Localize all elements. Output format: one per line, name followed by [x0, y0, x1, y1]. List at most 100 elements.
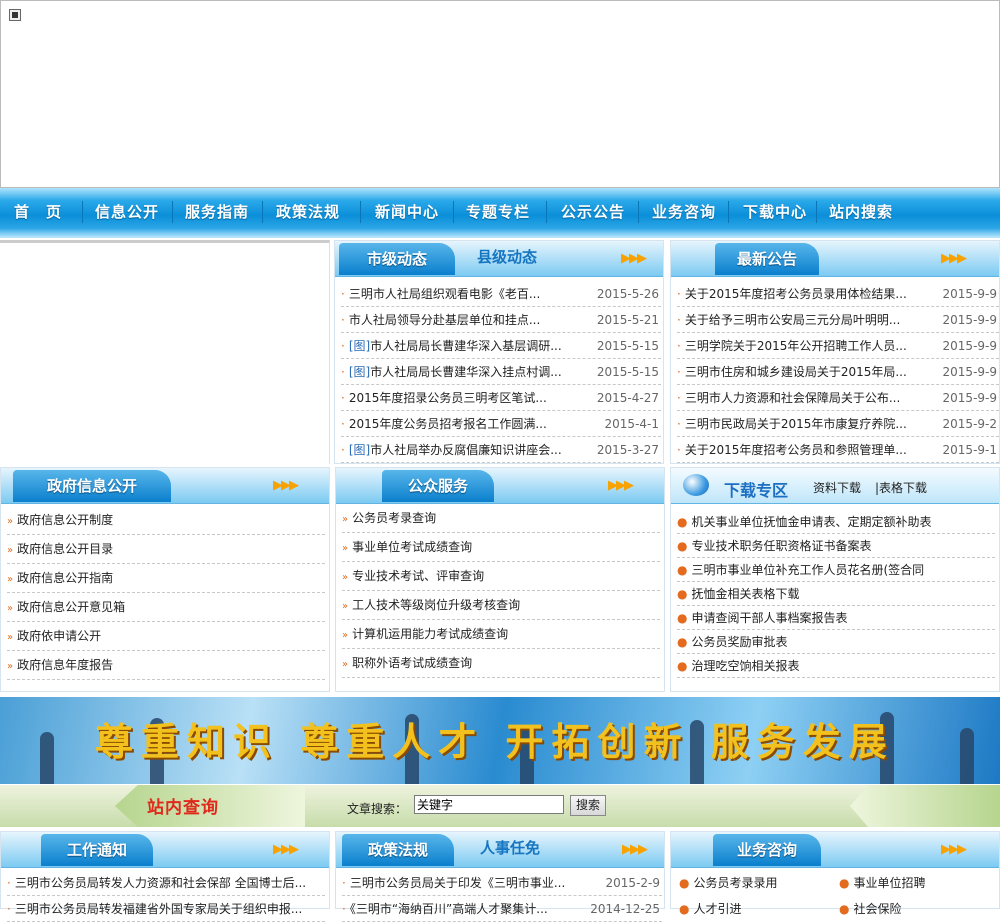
top-banner	[0, 0, 1000, 188]
nav-separator	[728, 201, 729, 223]
nav-separator	[453, 201, 454, 223]
download-item[interactable]: ● 专业技术职务任职资格证书备案表	[677, 534, 995, 558]
news-row[interactable]: · 市人社局领导分赴基层单位和挂点... 2015-5-21	[341, 307, 661, 333]
policy-row[interactable]: · 三明市公务员局关于印发《三明市事业... 2015-2-9	[342, 870, 662, 896]
panel-header: 业务咨询 ▶▶▶	[671, 832, 999, 868]
download-item[interactable]: ● 公务员奖励审批表	[677, 630, 995, 654]
tab-county-news[interactable]: 县级动态	[477, 241, 537, 275]
notice-row[interactable]: · 关于2015年度招考公务员录用体检结果... 2015-9-9	[677, 281, 999, 307]
nav-separator	[816, 201, 817, 223]
policy-row[interactable]: · 《三明市“海纳百川”高端人才聚集计... 2014-12-25	[342, 896, 662, 922]
list-item[interactable]: » 计算机运用能力考试成绩查询	[342, 620, 660, 649]
news-row[interactable]: · [图]市人社局局长曹建华深入挂点村调... 2015-5-15	[341, 359, 661, 385]
panel-header: 政府信息公开 ▶▶▶	[1, 468, 329, 504]
download-item[interactable]: ● 申请查阅干部人事档案报告表	[677, 606, 995, 630]
nav-download[interactable]: 下载中心	[743, 188, 807, 238]
more-arrows-icon[interactable]: ▶▶▶	[622, 842, 648, 857]
consult-item[interactable]: ● 人才引进	[679, 896, 829, 922]
motto-text: 尊重知识 尊重人才 开拓创新 服务发展	[95, 719, 895, 764]
download-item[interactable]: ● 治理吃空饷相关报表	[677, 654, 995, 678]
list-item[interactable]: » 政府信息公开目录	[7, 535, 325, 564]
nav-separator	[360, 201, 361, 223]
tab-policy[interactable]: 政策法规	[342, 834, 454, 866]
list-item[interactable]: » 专业技术考试、评审查询	[342, 562, 660, 591]
consult-item[interactable]: ● 公务员考录录用	[679, 870, 829, 896]
consult-item[interactable]: ● 事业单位招聘	[839, 870, 989, 896]
more-arrows-icon[interactable]: ▶▶▶	[941, 251, 967, 266]
more-arrows-icon[interactable]: ▶▶▶	[941, 842, 967, 857]
download-zone-title: 下载专区	[724, 481, 789, 500]
list-item[interactable]: » 政府依申请公开	[7, 622, 325, 651]
gov-info-panel: 政府信息公开 ▶▶▶ » 政府信息公开制度 » 政府信息公开目录 » 政府信息公开指南…	[0, 467, 330, 692]
nav-home[interactable]: 首 页	[14, 188, 62, 238]
nav-info-open[interactable]: 信息公开	[95, 188, 159, 238]
list-item[interactable]: » 事业单位考试成绩查询	[342, 533, 660, 562]
link-form-download[interactable]: |表格下载	[875, 479, 927, 496]
news-row[interactable]: · 三明市人社局组织观看电影《老百... 2015-5-26	[341, 281, 661, 307]
news-row[interactable]: · 2015年度公务员招考报名工作圆满... 2015-4-1	[341, 411, 661, 437]
broken-image-icon	[9, 9, 21, 21]
list-item[interactable]: » 政府信息年度报告	[7, 651, 325, 680]
panel-header: 市级动态 县级动态 ▶▶▶	[335, 241, 663, 277]
search-deco	[850, 785, 1000, 827]
more-arrows-icon[interactable]: ▶▶▶	[273, 478, 299, 493]
search-input[interactable]	[414, 795, 564, 814]
tab-public-service[interactable]: 公众服务	[382, 470, 494, 502]
motto-banner: 尊重知识 尊重人才 开拓创新 服务发展	[0, 697, 1000, 784]
panel-header: 最新公告 ▶▶▶	[671, 241, 999, 277]
main-nav: 首 页 信息公开 服务指南 政策法规 新闻中心 专题专栏 公示公告 业务咨询 下…	[0, 188, 1000, 238]
more-arrows-icon[interactable]: ▶▶▶	[273, 842, 299, 857]
download-item[interactable]: ● 抚恤金相关表格下载	[677, 582, 995, 606]
list-item[interactable]: » 政府信息公开指南	[7, 564, 325, 593]
notice-row[interactable]: · 三明市民政局关于2015年市康复疗养院... 2015-9-2	[677, 411, 999, 437]
notice-row[interactable]: · 三明学院关于2015年公开招聘工作人员... 2015-9-9	[677, 333, 999, 359]
list-item[interactable]: » 职称外语考试成绩查询	[342, 649, 660, 678]
tab-city-news[interactable]: 市级动态	[339, 243, 455, 275]
news-row[interactable]: · [图]市人社局举办反腐倡廉知识讲座会... 2015-3-27	[341, 437, 661, 463]
link-material-download[interactable]: 资料下载	[813, 479, 861, 496]
tab-latest-notices[interactable]: 最新公告	[715, 243, 819, 275]
notice-row[interactable]: · 三明市住房和城乡建设局关于2015年局... 2015-9-9	[677, 359, 999, 385]
search-button[interactable]: 搜索	[570, 795, 606, 816]
nav-separator	[638, 201, 639, 223]
download-item[interactable]: ● 三明市事业单位补充工作人员花名册(签合同	[677, 558, 995, 582]
notice-row[interactable]: · 关于给予三明市公安局三元分局叶明明... 2015-9-9	[677, 307, 999, 333]
tab-work-notice[interactable]: 工作通知	[41, 834, 153, 866]
tab-gov-info[interactable]: 政府信息公开	[13, 470, 171, 502]
nav-consulting[interactable]: 业务咨询	[652, 188, 716, 238]
notice-row[interactable]: · 三明市人力资源和社会保障局关于公布... 2015-9-9	[677, 385, 999, 411]
tab-appointments[interactable]: 人事任免	[480, 832, 540, 866]
slideshow-area	[0, 240, 330, 464]
news-row[interactable]: · 2015年度招录公务员三明考区笔试... 2015-4-27	[341, 385, 661, 411]
nav-topics[interactable]: 专题专栏	[466, 188, 530, 238]
panel-header: 政策法规 人事任免 ▶▶▶	[336, 832, 664, 868]
panel-header: 工作通知 ▶▶▶	[1, 832, 329, 868]
notice-row[interactable]: · 三明市公务员局转发福建省外国专家局关于组织申报...	[7, 896, 325, 922]
more-arrows-icon[interactable]: ▶▶▶	[608, 478, 634, 493]
list-item[interactable]: » 政府信息公开意见箱	[7, 593, 325, 622]
nav-policy[interactable]: 政策法规	[276, 188, 340, 238]
city-news-panel: 市级动态 县级动态 ▶▶▶ · 三明市人社局组织观看电影《老百... 2015-5-…	[334, 240, 664, 464]
consult-item[interactable]: ● 社会保险	[839, 896, 989, 922]
more-arrows-icon[interactable]: ▶▶▶	[621, 251, 647, 266]
nav-separator	[262, 201, 263, 223]
search-label: 文章搜索：	[347, 802, 408, 816]
nav-site-search[interactable]: 站内搜索	[829, 188, 893, 238]
tab-consulting[interactable]: 业务咨询	[713, 834, 821, 866]
notice-row[interactable]: · 关于2015年度招考公务员和参照管理单... 2015-9-1	[677, 437, 999, 463]
download-item[interactable]: ● 机关事业单位抚恤金申请表、定期定额补助表	[677, 510, 995, 534]
notice-row[interactable]: · 三明市公务员局转发人力资源和社会保部 全国博士后...	[7, 870, 325, 896]
nav-news[interactable]: 新闻中心	[375, 188, 439, 238]
panel-header: 公众服务 ▶▶▶	[336, 468, 664, 504]
nav-separator	[172, 201, 173, 223]
nav-service-guide[interactable]: 服务指南	[185, 188, 249, 238]
nav-announcements[interactable]: 公示公告	[561, 188, 625, 238]
work-notice-panel: 工作通知 ▶▶▶ · 三明市公务员局转发人力资源和社会保部 全国博士后... · 三…	[0, 831, 330, 922]
notices-panel: 最新公告 ▶▶▶ · 关于2015年度招考公务员录用体检结果... 2015-9-9…	[670, 240, 1000, 464]
site-search-bar: 站内查询 文章搜索： 搜索	[0, 785, 1000, 827]
list-item[interactable]: » 工人技术等级岗位升级考核查询	[342, 591, 660, 620]
news-row[interactable]: · [图]市人社局局长曹建华深入基层调研... 2015-5-15	[341, 333, 661, 359]
list-item[interactable]: » 公务员考录查询	[342, 504, 660, 533]
download-icon	[683, 474, 709, 496]
list-item[interactable]: » 政府信息公开制度	[7, 506, 325, 535]
